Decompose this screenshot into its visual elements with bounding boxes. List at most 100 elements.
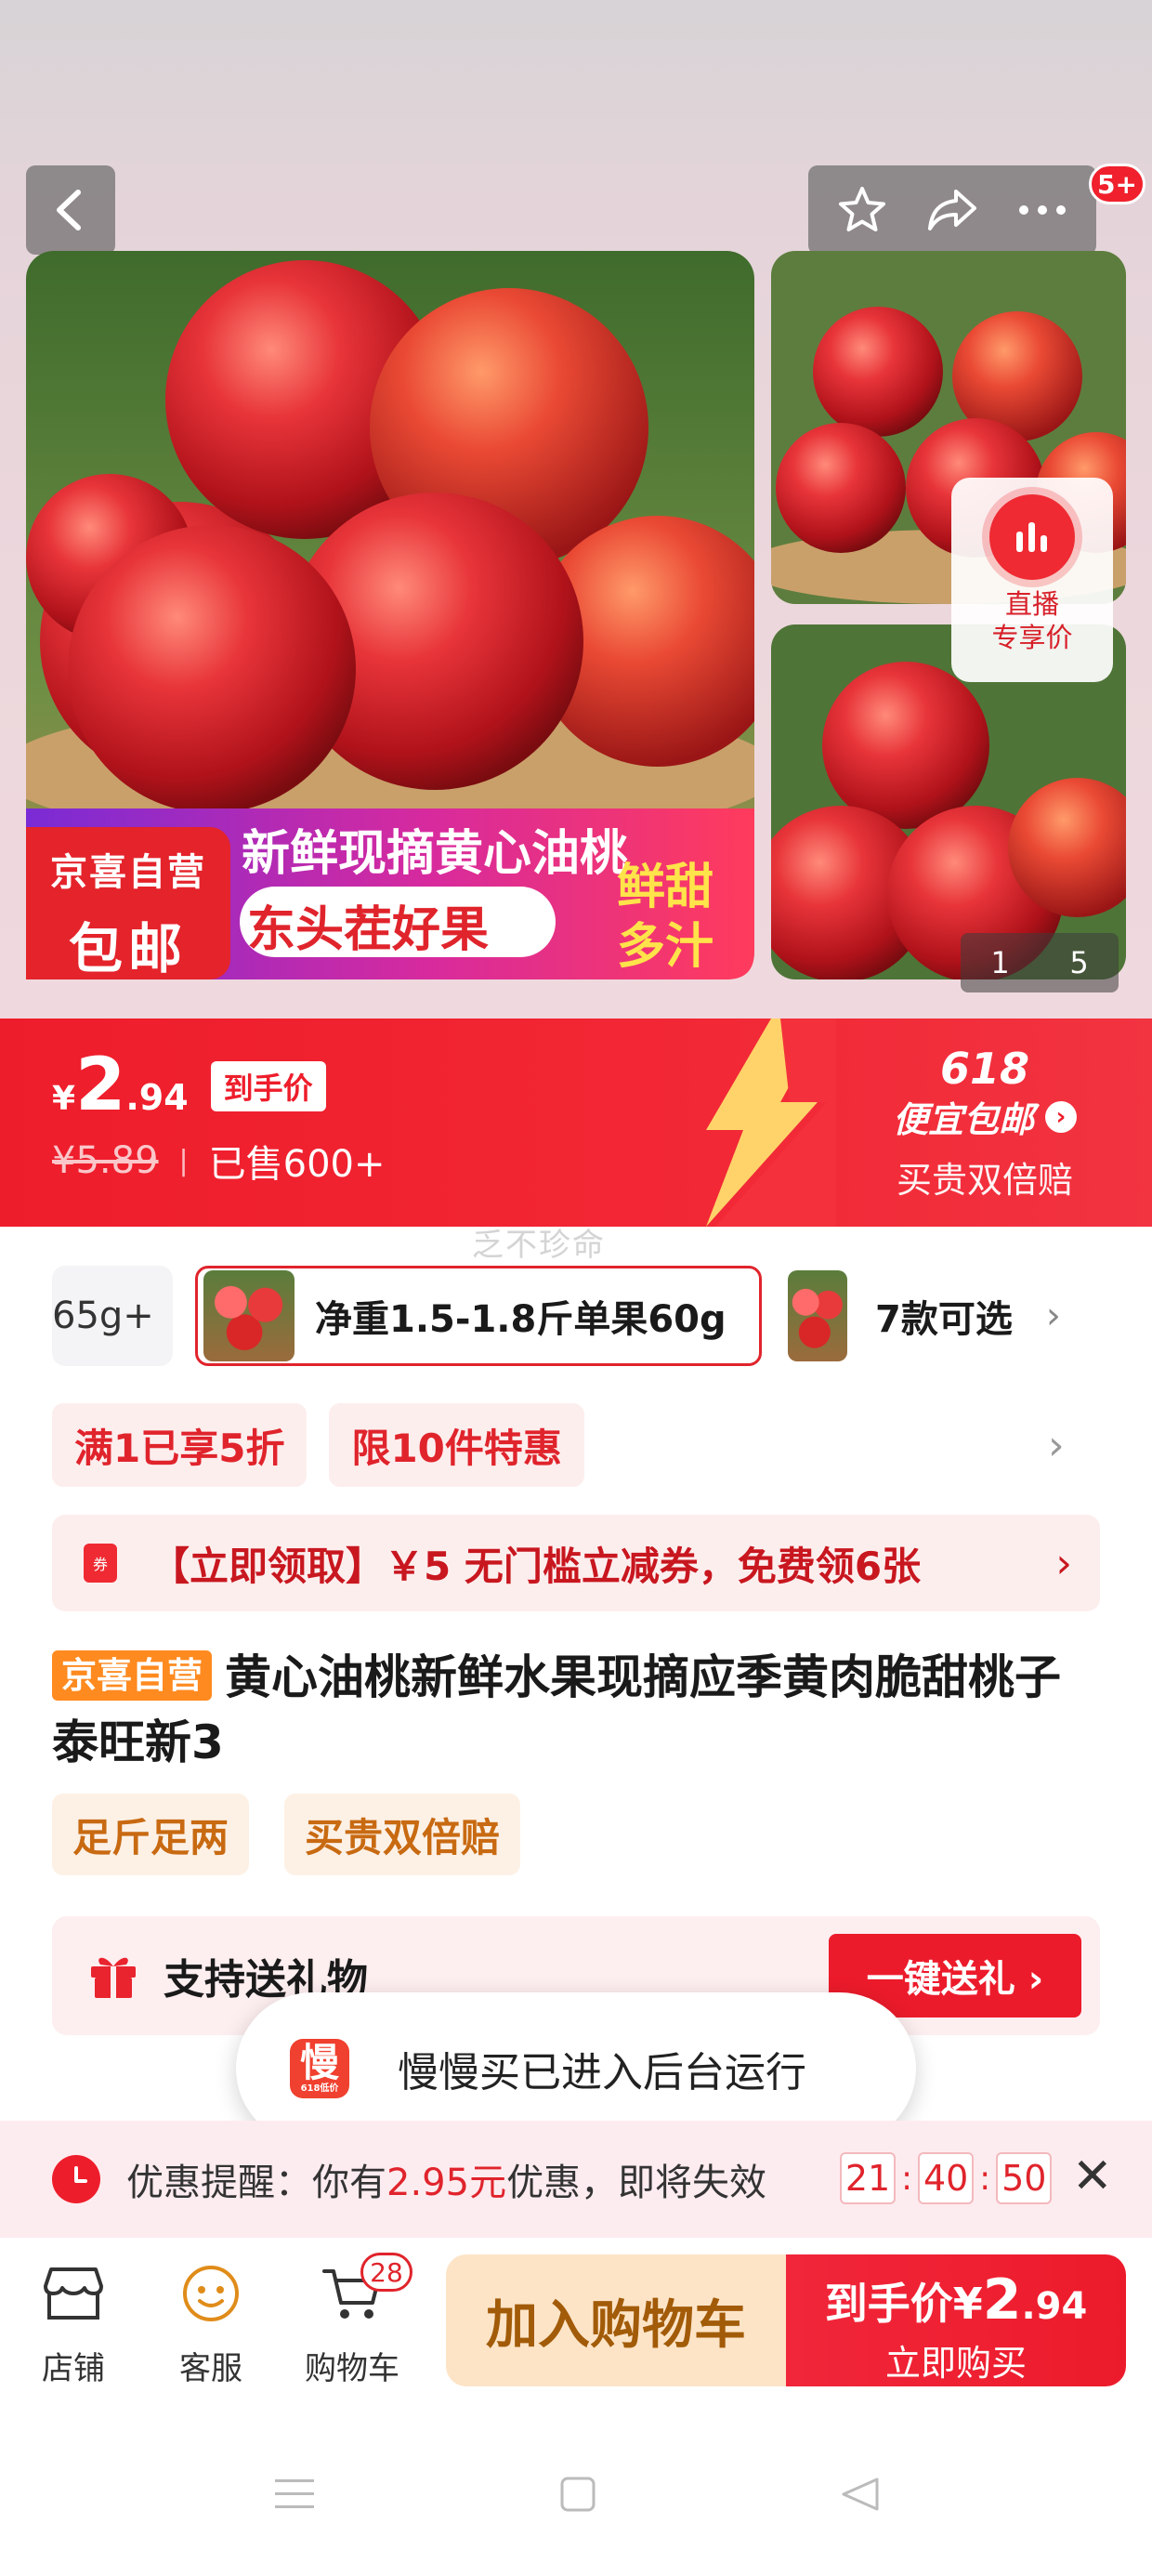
favorite-button[interactable] <box>825 173 899 247</box>
original-price: ¥5.89 <box>52 1139 159 1182</box>
buy-price-integer: 2 <box>982 2267 1022 2333</box>
timer-minutes: 40 <box>918 2152 975 2204</box>
more-button[interactable] <box>1005 173 1080 247</box>
sku-thumbnail <box>203 1270 295 1361</box>
chevron-right-icon: › <box>1045 1100 1077 1133</box>
countdown-timer: 21 : 40 : 50 <box>840 2152 1053 2204</box>
watermark: 乏不珍命 <box>472 1227 606 1264</box>
final-price: ¥ 2 .94 到手价 <box>52 1048 386 1123</box>
cart-label: 购物车 <box>305 2350 399 2387</box>
product-title: 京喜自营 黄心油桃新鲜水果现摘应季黄肉脆甜桃子泰旺新3 <box>52 1645 1093 1775</box>
final-price-tag: 到手价 <box>210 1061 326 1111</box>
event-618-block[interactable]: 618 便宜包邮 › 买贵双倍赔 <box>864 1046 1106 1203</box>
reminder-prefix: 优惠提醒：你有 <box>126 2162 386 2204</box>
chevron-right-icon[interactable]: › <box>1048 1422 1065 1469</box>
lightning-decoration <box>706 1019 836 1227</box>
menu-icon[interactable] <box>273 2476 316 2513</box>
cart-count-badge: 28 <box>360 2253 412 2292</box>
sku-more-label: 7款可选 <box>875 1298 1013 1341</box>
chevron-left-icon <box>57 190 81 230</box>
buy-price-decimal: .94 <box>1021 2285 1088 2328</box>
gallery-pager: 1 5 <box>961 933 1119 992</box>
sku-more[interactable]: 7款可选 › <box>788 1266 1122 1366</box>
more-dots-icon <box>1018 205 1066 215</box>
home-icon[interactable] <box>559 2476 596 2513</box>
promo-headline: 新鲜现摘黄心油桃 <box>242 826 629 882</box>
coupon-icon: 券 <box>84 1544 117 1583</box>
shop-icon <box>44 2267 103 2320</box>
reminder-text: 优惠提醒：你有2.95元优惠，即将失效 <box>126 2152 766 2206</box>
sku-selected-label: 净重1.5-1.8斤单果60g <box>315 1298 727 1341</box>
sku-prev-label: 65g+ <box>52 1295 154 1337</box>
sku-option-selected[interactable]: 净重1.5-1.8斤单果60g <box>195 1266 762 1366</box>
promo-chips: 满1已享5折 限10件特惠 <box>52 1403 607 1487</box>
price-integer: 2 <box>75 1044 126 1127</box>
service-icon <box>183 2266 239 2321</box>
jingxi-selfrun-badge: 京喜自营 包邮 <box>26 827 230 980</box>
badge-line2: 包邮 <box>68 917 188 980</box>
buy-price-prefix: 到手价¥ <box>824 2279 983 2329</box>
buy-now-label: 立即购买 <box>884 2343 1027 2384</box>
cart-button[interactable]: 购物车 28 <box>292 2253 412 2388</box>
live-label: 直播 <box>1004 588 1059 620</box>
timer-seconds: 50 <box>996 2152 1053 2204</box>
live-icon <box>989 494 1075 580</box>
live-price-label: 专享价 <box>991 622 1073 653</box>
price-decimal: .94 <box>125 1077 189 1118</box>
toast-text: 慢慢买已进入后台运行 <box>398 2049 806 2096</box>
selfrun-tag: 京喜自营 <box>52 1650 213 1701</box>
promo-tag-2: 多汁 <box>617 919 714 975</box>
clock-icon <box>52 2155 100 2203</box>
promo-chip[interactable]: 满1已享5折 <box>52 1403 308 1487</box>
pager-current: 1 <box>990 945 1010 980</box>
feature-tag: 买贵双倍赔 <box>284 1794 521 1875</box>
app-icon-char: 慢 <box>299 2040 339 2085</box>
bottom-action-bar: 店铺 客服 购物车 28 加入购物车 到手价¥2.94 立即购买 <box>0 2238 1152 2411</box>
sold-count: 已售600+ <box>208 1143 386 1186</box>
sku-option-prev[interactable]: 65g+ <box>52 1266 173 1366</box>
app-icon: 慢 618低价 <box>290 2039 349 2098</box>
sku-thumbnail <box>788 1270 847 1361</box>
share-icon <box>927 190 976 230</box>
back-icon[interactable] <box>840 2476 881 2513</box>
price-block: ¥ 2 .94 到手价 ¥5.89 | 已售600+ <box>52 1048 386 1188</box>
price-separator: | <box>178 1144 189 1177</box>
price-banner: ¥ 2 .94 到手价 ¥5.89 | 已售600+ 618 便宜包邮 › 买贵双… <box>0 1019 1152 1227</box>
event-label: 618 <box>939 1044 1030 1094</box>
share-button[interactable] <box>915 173 989 247</box>
event-title: 便宜包邮 <box>892 1099 1034 1140</box>
shop-button[interactable]: 店铺 <box>13 2260 134 2388</box>
discount-reminder-bar: 优惠提醒：你有2.95元优惠，即将失效 21 : 40 : 50 ✕ <box>0 2121 1152 2238</box>
gift-icon <box>91 1957 136 1998</box>
back-button[interactable] <box>26 165 115 255</box>
pager-total: 5 <box>1069 945 1089 980</box>
buy-now-button[interactable]: 到手价¥2.94 立即购买 <box>786 2254 1126 2386</box>
customer-service-button[interactable]: 客服 <box>151 2260 271 2388</box>
star-icon <box>839 187 886 231</box>
feature-tag: 足斤足两 <box>52 1794 250 1875</box>
live-price-card[interactable]: 直播 专享价 <box>951 478 1113 682</box>
currency-symbol: ¥ <box>52 1080 76 1118</box>
message-badge: 5+ <box>1089 164 1145 204</box>
coupon-text: 【立即领取】￥5 无门槛立减券，免费领6张 <box>151 1543 922 1589</box>
shop-label: 店铺 <box>42 2350 105 2387</box>
buy-price: 到手价¥2.94 <box>786 2267 1126 2333</box>
chevron-right-icon: › <box>1055 1539 1072 1587</box>
top-action-group <box>808 165 1096 255</box>
event-subtitle: 买贵双倍赔 <box>896 1160 1073 1201</box>
close-icon[interactable]: ✕ <box>1072 2149 1113 2204</box>
price-sub: ¥5.89 | 已售600+ <box>52 1134 386 1188</box>
coupon-bar[interactable]: 券 【立即领取】￥5 无门槛立减券，免费领6张 › <box>52 1515 1100 1611</box>
app-icon-sub: 618低价 <box>300 2083 339 2094</box>
timer-hours: 21 <box>840 2152 896 2204</box>
system-navigation-bar <box>0 2411 1152 2576</box>
promo-chip[interactable]: 限10件特惠 <box>329 1403 584 1487</box>
promo-subline: 东头茬好果 <box>247 902 490 958</box>
reminder-amount: 2.95元 <box>386 2162 507 2204</box>
add-to-cart-button[interactable]: 加入购物车 <box>446 2254 786 2386</box>
service-label: 客服 <box>179 2350 242 2387</box>
sku-selector: 65g+ 净重1.5-1.8斤单果60g 7款可选 › <box>0 1264 1152 1368</box>
product-gallery: 5+ 新鲜现摘黄心油桃 东头茬好果 鲜甜 多汁 京喜自营 包邮 直播 专享价 1… <box>0 0 1152 1019</box>
badge-line1: 京喜自营 <box>50 851 206 894</box>
reminder-suffix: 优惠，即将失效 <box>506 2162 767 2204</box>
